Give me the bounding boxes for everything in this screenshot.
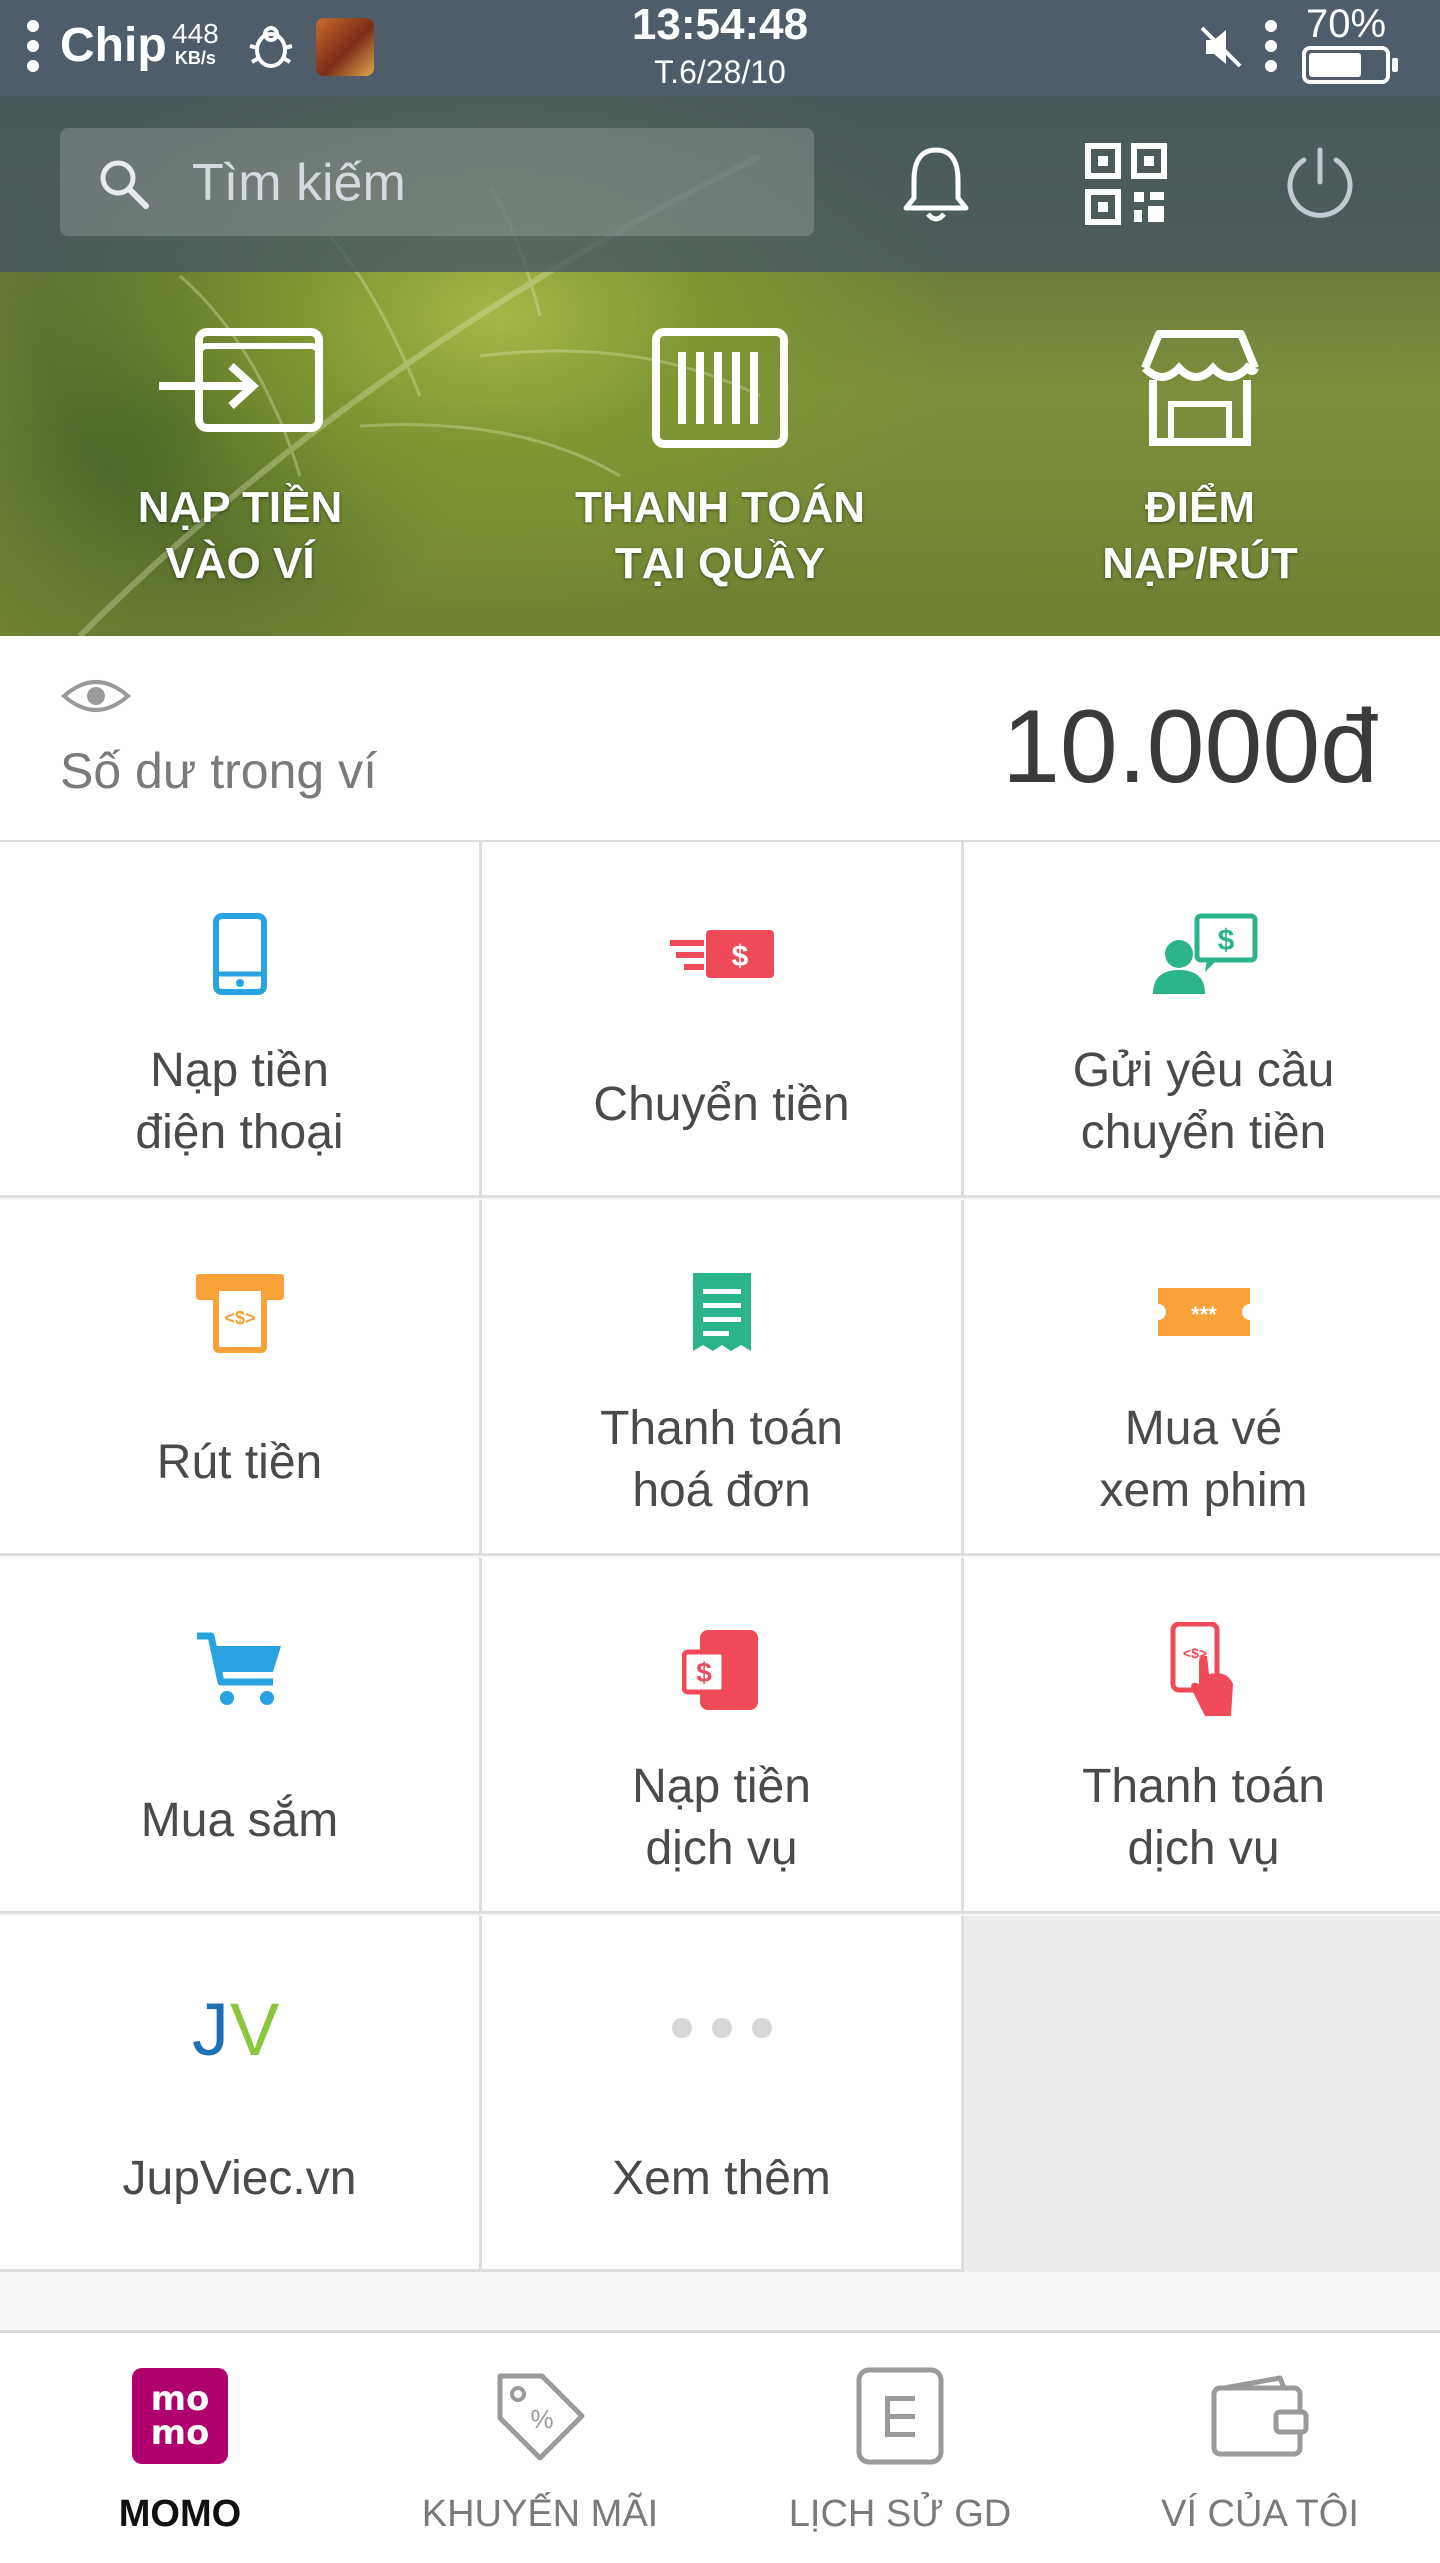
qr-scan-button[interactable] <box>1076 134 1176 234</box>
service-topup[interactable]: $ Nạp tiền dịch vụ <box>482 1558 964 1914</box>
barcode-icon <box>652 328 788 448</box>
service-request-money[interactable]: $ Gửi yêu cầu chuyển tiền <box>964 842 1440 1198</box>
service-label: Mua sắm <box>140 1794 339 1847</box>
svg-text:%: % <box>530 2404 553 2434</box>
service-label: Rút tiền <box>156 1436 323 1489</box>
nav-label: VÍ CỦA TÔI <box>1161 2493 1359 2535</box>
service-movie-ticket[interactable]: *** Mua vé xem phim <box>964 1200 1440 1556</box>
phone-icon <box>212 913 267 995</box>
wallet-balance-panel: Số dư trong ví 10.000đ <box>0 636 1440 842</box>
service-label: Chuyển tiền <box>593 1078 850 1131</box>
service-payment[interactable]: <$> Thanh toán dịch vụ <box>964 1558 1440 1914</box>
bell-icon <box>903 147 969 222</box>
history-icon <box>856 2367 944 2465</box>
wallet-icon <box>1211 2375 1309 2457</box>
header-banner: NẠP TIỀN VÀO VÍ THANH TOÁN TẠI QUẦY ĐIỂM… <box>0 96 1440 636</box>
battery-fill <box>1309 53 1361 77</box>
service-label: JupViec.vn <box>122 2152 357 2205</box>
qr-code-icon <box>1085 143 1167 225</box>
battery-icon <box>1302 46 1398 84</box>
atm-withdraw-icon: <$> <box>195 1274 284 1353</box>
quick-action-agent-point[interactable]: ĐIỂM NẠP/RÚT <box>1000 326 1400 592</box>
nav-label: MOMO <box>118 2493 242 2535</box>
nav-label: LỊCH SỬ GD <box>788 2493 1012 2535</box>
service-label: Mua vé xem phim <box>1099 1402 1308 1517</box>
notification-button[interactable] <box>886 134 986 234</box>
bug-icon <box>249 26 293 68</box>
service-label: Thanh toán hoá đơn <box>600 1402 843 1517</box>
mute-icon <box>1200 26 1242 68</box>
notification-dots-icon <box>1264 14 1278 86</box>
service-label: Gửi yêu cầu chuyển tiền <box>1072 1044 1335 1159</box>
balance-label: Số dư trong ví <box>60 743 377 799</box>
svg-text:V: V <box>230 1993 280 2063</box>
clock-date: T.6/28/10 <box>654 54 786 90</box>
clock-time: 13:54:48 <box>631 0 809 49</box>
quick-action-pay-counter[interactable]: THANH TOÁN TẠI QUẦY <box>520 326 920 592</box>
carrier-name: Chip <box>60 19 167 72</box>
service-label: Thanh toán dịch vụ <box>1082 1760 1325 1875</box>
wallet-in-icon <box>159 328 323 432</box>
svg-text:$: $ <box>731 940 748 973</box>
quick-action-deposit[interactable]: NẠP TIỀN VÀO VÍ <box>40 326 440 592</box>
jupviec-logo: J V <box>192 1993 280 2063</box>
top-toolbar <box>0 96 1440 272</box>
service-pay-icon: <$> <box>1170 1622 1233 1716</box>
service-label: Xem thêm <box>612 2152 831 2205</box>
nav-promotions[interactable]: % KHUYẾN MÃI <box>360 2333 720 2563</box>
cart-icon <box>196 1632 281 1705</box>
status-bar: Chip 448 KB/s 13:54:48 T.6/28/10 70% <box>0 0 1440 96</box>
empty-grid-slot <box>964 1916 1440 2272</box>
network-speed: 448 KB/s <box>172 18 219 69</box>
svg-text:<$>: <$> <box>224 1308 255 1328</box>
service-label: Nạp tiền dịch vụ <box>632 1760 811 1875</box>
eye-icon[interactable] <box>60 676 132 716</box>
bottom-navigation: mo mo MOMO % KHUYẾN MÃI LỊCH SỬ GD VÍ CỦ… <box>0 2330 1440 2563</box>
balance-value: 10.000đ <box>1002 689 1378 805</box>
quick-action-label: THANH TOÁN TẠI QUẦY <box>574 483 866 588</box>
nav-my-wallet[interactable]: VÍ CỦA TÔI <box>1080 2333 1440 2563</box>
game-app-icon <box>316 18 374 76</box>
store-icon <box>1141 330 1259 446</box>
power-icon <box>1287 147 1353 218</box>
bill-icon <box>692 1273 751 1351</box>
nav-label: KHUYẾN MÃI <box>421 2493 659 2535</box>
more-dots-icon <box>671 2018 772 2038</box>
search-input[interactable] <box>190 148 794 218</box>
network-speed-unit: KB/s <box>174 48 216 68</box>
service-shopping[interactable]: Mua sắm <box>0 1558 482 1914</box>
service-transfer[interactable]: $ Chuyển tiền <box>482 842 964 1198</box>
battery-percent: 70% <box>1306 2 1387 46</box>
quick-action-label: NẠP TIỀN VÀO VÍ <box>137 483 343 588</box>
service-label: Nạp tiền điện thoại <box>135 1044 344 1159</box>
momo-logo: mo mo <box>132 2368 228 2464</box>
ticket-icon: *** <box>1157 1288 1250 1336</box>
quick-action-label: ĐIỂM NẠP/RÚT <box>1102 483 1298 588</box>
nav-momo[interactable]: mo mo MOMO <box>0 2333 360 2563</box>
service-phone-topup[interactable]: Nạp tiền điện thoại <box>0 842 482 1198</box>
search-bar[interactable] <box>60 128 814 236</box>
logout-button[interactable] <box>1270 134 1370 234</box>
service-withdraw[interactable]: <$> Rút tiền <box>0 1200 482 1556</box>
service-topup-icon: $ <box>681 1630 758 1710</box>
svg-text:***: *** <box>1191 1302 1217 1327</box>
notification-dots-icon <box>26 14 40 86</box>
jupviec-logo-j: J <box>192 1993 229 2063</box>
service-see-more[interactable]: Xem thêm <box>482 1916 964 2272</box>
svg-text:$: $ <box>1217 924 1234 957</box>
svg-text:$: $ <box>696 1657 712 1688</box>
service-bill-payment[interactable]: Thanh toán hoá đơn <box>482 1200 964 1556</box>
search-icon <box>100 160 149 209</box>
money-transfer-icon: $ <box>669 930 774 978</box>
nav-history[interactable]: LỊCH SỬ GD <box>720 2333 1080 2563</box>
network-speed-value: 448 <box>172 18 219 49</box>
request-money-icon: $ <box>1152 913 1257 994</box>
promo-tag-icon: % <box>497 2373 585 2461</box>
service-jupviec[interactable]: J V JupViec.vn <box>0 1916 482 2272</box>
